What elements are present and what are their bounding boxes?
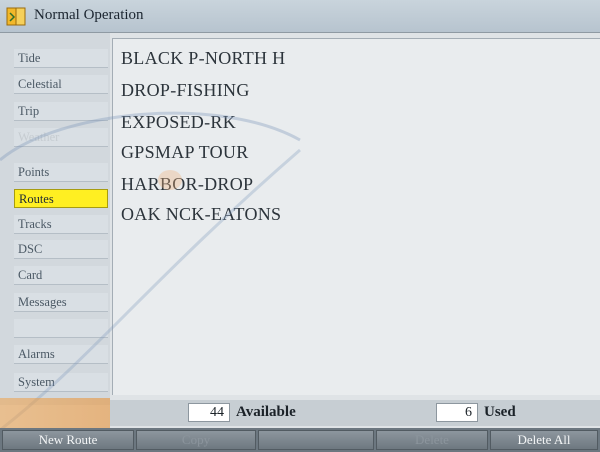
route-item[interactable]: HARBOR-DROP <box>121 171 253 197</box>
tab-card[interactable]: Card <box>14 266 108 285</box>
tab-tide[interactable]: Tide <box>14 49 108 68</box>
route-item[interactable]: EXPOSED-RK <box>121 109 236 135</box>
title-bar: Normal Operation <box>0 0 600 33</box>
side-tabs: Tide Celestial Trip Weather Points Route… <box>0 33 110 405</box>
window-title: Normal Operation <box>34 7 144 23</box>
tab-dsc[interactable]: DSC <box>14 240 108 259</box>
tab-alarms[interactable]: Alarms <box>14 345 108 364</box>
tab-routes[interactable]: Routes <box>14 189 108 208</box>
route-list: BLACK P-NORTH H DROP-FISHING EXPOSED-RK … <box>112 38 600 395</box>
map-book-icon <box>6 7 26 26</box>
route-item[interactable]: GPSMAP TOUR <box>121 139 249 165</box>
tab-celestial[interactable]: Celestial <box>14 75 108 94</box>
route-item[interactable]: OAK NCK-EATONS <box>121 201 281 227</box>
used-label: Used <box>484 404 516 420</box>
decorative-strip <box>0 398 110 428</box>
tab-system[interactable]: System <box>14 373 108 392</box>
tab-weather[interactable]: Weather <box>14 128 108 147</box>
available-count: 44 <box>188 403 230 422</box>
route-item[interactable]: DROP-FISHING <box>121 77 250 103</box>
tab-blank[interactable] <box>14 319 108 338</box>
copy-button[interactable]: Copy <box>136 430 256 450</box>
tab-messages[interactable]: Messages <box>14 293 108 312</box>
available-label: Available <box>236 404 296 420</box>
tab-trip[interactable]: Trip <box>14 102 108 121</box>
route-item[interactable]: BLACK P-NORTH H <box>121 45 285 71</box>
tab-points[interactable]: Points <box>14 163 108 182</box>
used-count: 6 <box>436 403 478 422</box>
tab-tracks[interactable]: Tracks <box>14 215 108 234</box>
new-route-button[interactable]: New Route <box>2 430 134 450</box>
delete-all-button[interactable]: Delete All <box>490 430 598 450</box>
softkey-bar: New Route Copy Delete Delete All <box>0 428 600 452</box>
blank-softkey[interactable] <box>258 430 374 450</box>
delete-button[interactable]: Delete <box>376 430 488 450</box>
status-row: 44 Available 6 Used <box>110 400 600 426</box>
